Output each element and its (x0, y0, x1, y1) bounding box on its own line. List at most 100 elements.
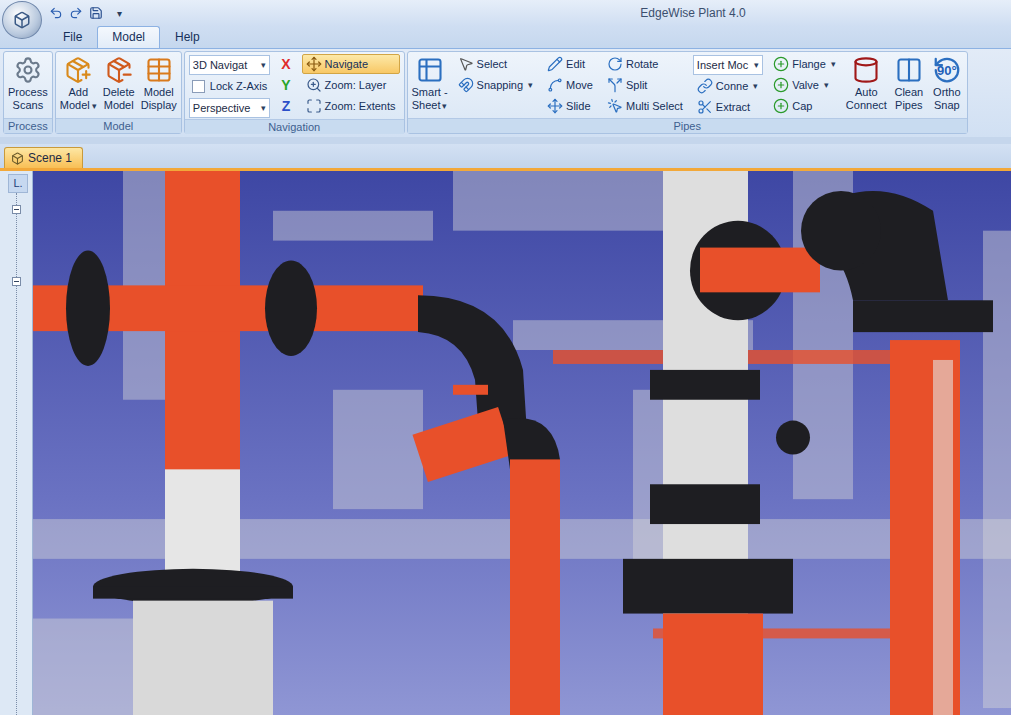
ribbon-tab[interactable]: Help (160, 26, 215, 48)
ribbon-group: AddModel▾DeleteModelModelDisplay Model (55, 51, 182, 134)
group-label: Process (4, 118, 52, 133)
ribbon-large-button[interactable]: 90°OrthoSnap (928, 53, 966, 113)
button-icon (62, 54, 94, 86)
dropdown-arrow: ▾ (824, 80, 829, 90)
ribbon-button[interactable]: Navigate (302, 54, 400, 74)
save-button[interactable] (86, 3, 106, 23)
dropdown-arrow: ▾ (261, 103, 266, 113)
undo-button[interactable] (46, 3, 66, 23)
ribbon-button[interactable]: Cap (769, 96, 840, 116)
app-window: ▾EdgeWise Plant 4.0FileModelHelpProcessS… (0, 0, 1011, 715)
ribbon-large-button[interactable]: ProcessScans (5, 53, 51, 113)
ribbon-icon (416, 56, 444, 84)
ribbon-button[interactable]: Select (454, 54, 538, 74)
ribbon-button[interactable]: Extract (693, 97, 763, 117)
ribbon-icon (607, 77, 623, 93)
ribbon-icon (145, 56, 173, 84)
ribbon-large-button[interactable]: DeleteModel (100, 53, 138, 113)
document-tab[interactable]: Scene 1 (4, 147, 83, 168)
ribbon-large-button[interactable]: Smart -Sheet▾ (409, 53, 451, 114)
button-icon (893, 54, 925, 86)
ribbon-button[interactable]: Zoom: Layer (302, 75, 400, 95)
ribbon-icon (64, 56, 92, 84)
dropdown-arrow: ▾ (831, 59, 836, 69)
ribbon-button[interactable]: Zoom: Extents (302, 96, 400, 116)
dropdown-arrow: ▾ (261, 60, 266, 70)
ribbon-button[interactable]: Snapping▾ (454, 75, 538, 95)
group-label: Model (56, 118, 181, 133)
button-icon: 90° (931, 54, 963, 86)
window-title: EdgeWise Plant 4.0 (125, 6, 1011, 20)
ribbon-button[interactable]: Edit (543, 54, 597, 74)
tree-toggle[interactable] (12, 277, 21, 286)
ribbon-button[interactable]: Split (603, 75, 687, 95)
ribbon: ProcessScansProcessAddModel▾DeleteModelM… (0, 48, 1011, 137)
ribbon-icon (607, 98, 623, 114)
ribbon-button[interactable]: Move (543, 75, 597, 95)
ribbon-button[interactable]: Conne▾ (693, 76, 763, 96)
ribbon-large-button[interactable]: AutoConnect (843, 53, 890, 113)
ribbon-icon (895, 56, 923, 84)
ribbon-stack: 3D Navigat▾Lock Z-AxisPerspective▾ (186, 53, 273, 119)
point-cloud-scene[interactable] (33, 171, 1011, 715)
ribbon-tab[interactable]: File (48, 26, 97, 48)
ribbon-checkbox[interactable]: Lock Z-Axis (189, 76, 270, 96)
ribbon-tab[interactable]: Model (97, 26, 160, 48)
ribbon-dropdown[interactable]: 3D Navigat▾ (189, 55, 270, 75)
title-bar: ▾EdgeWise Plant 4.0 (0, 0, 1011, 26)
axis-button[interactable]: Y (276, 75, 295, 95)
ribbon-large-button[interactable]: CleanPipes (890, 53, 928, 113)
ribbon-large-button[interactable]: AddModel▾ (57, 53, 100, 114)
ribbon-button[interactable]: Rotate (603, 54, 687, 74)
ribbon-icon (547, 77, 563, 93)
checkbox-box[interactable] (192, 80, 205, 93)
ribbon-stack: XYZ (273, 53, 298, 117)
ribbon-icon (697, 99, 713, 115)
quick-access-menu[interactable]: ▾ (114, 8, 125, 19)
ribbon-group: Smart -Sheet▾SelectSnapping▾EditMoveSlid… (407, 51, 968, 134)
ribbon-button[interactable]: Valve▾ (769, 75, 840, 95)
ribbon-icon (458, 77, 474, 93)
ribbon-icon (773, 77, 789, 93)
application-menu-button[interactable] (2, 1, 42, 39)
ribbon-large-button[interactable]: ModelDisplay (138, 53, 180, 113)
redo-icon (69, 6, 83, 20)
ribbon-button[interactable]: Flange▾ (769, 54, 840, 74)
ribbon-button[interactable]: Slide (543, 96, 597, 116)
ribbon-button[interactable]: Multi Select (603, 96, 687, 116)
ribbon-icon (607, 56, 623, 72)
ribbon-group: 3D Navigat▾Lock Z-AxisPerspective▾XYZNav… (184, 51, 405, 134)
ribbon-icon (852, 56, 880, 84)
ribbon-icon (547, 56, 563, 72)
group-label: Pipes (408, 118, 967, 133)
ribbon-stack: Insert Moc▾Conne▾Extract (690, 53, 766, 118)
ribbon-dropdown[interactable]: Perspective▾ (189, 98, 270, 118)
ribbon-icon (547, 98, 563, 114)
dropdown-arrow: ▾ (528, 80, 533, 90)
axis-button[interactable]: X (276, 54, 295, 74)
ribbon-icon (773, 98, 789, 114)
3d-viewport[interactable] (33, 171, 1011, 715)
document-tabs: Scene 1 (0, 144, 1011, 171)
ribbon-icon (14, 56, 42, 84)
panel-header[interactable]: L. (8, 174, 28, 193)
axis-button[interactable]: Z (276, 96, 295, 116)
scene-icon (11, 152, 24, 165)
ribbon-dropdown[interactable]: Insert Moc▾ (693, 55, 763, 75)
ribbon-icon (105, 56, 133, 84)
dropdown-arrow: ▾ (753, 81, 758, 91)
ribbon-spacer (0, 137, 1011, 144)
undo-icon (49, 6, 63, 20)
redo-button[interactable] (66, 3, 86, 23)
tree-toggle[interactable] (12, 205, 21, 214)
ribbon-icon (306, 56, 322, 72)
ribbon-icon (773, 56, 789, 72)
button-icon (414, 54, 446, 86)
ribbon-stack: NavigateZoom: LayerZoom: Extents (299, 53, 403, 117)
layer-tree (16, 193, 32, 715)
ribbon-icon (306, 98, 322, 114)
ribbon-stack: Flange▾Valve▾Cap (766, 53, 843, 117)
ribbon-icon (697, 78, 713, 94)
workspace: L. (0, 171, 1011, 715)
ribbon-stack: EditMoveSlide (540, 53, 600, 117)
